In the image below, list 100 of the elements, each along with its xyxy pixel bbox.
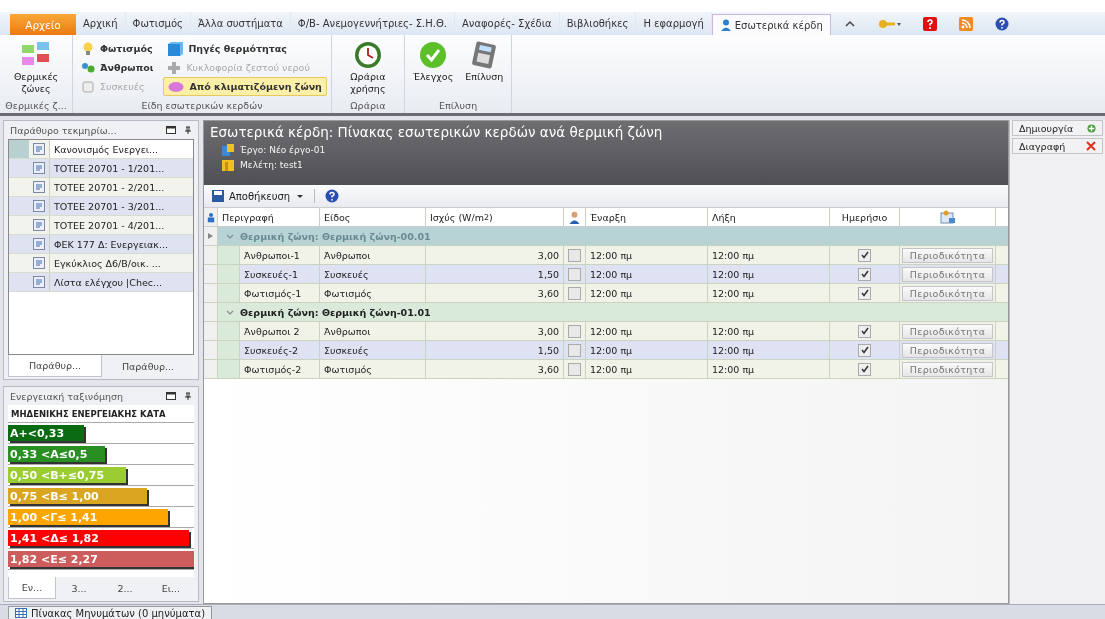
checkbox[interactable] [858, 362, 871, 376]
checkbox[interactable] [568, 324, 581, 338]
table-cell: Φωτισμός [320, 284, 426, 302]
checkbox[interactable] [858, 324, 871, 338]
table-cell: Συσκευές [320, 265, 426, 283]
periodicity-button[interactable]: Περιοδικότητα [902, 266, 993, 282]
row-header[interactable] [204, 208, 218, 226]
table-cell: Άνθρωποι 2 [240, 322, 320, 340]
energy-class-bar: 1,00 <Γ≤ 1,41 [8, 509, 168, 525]
help-icon[interactable] [922, 16, 937, 31]
document-item[interactable]: Κανονισμός Ενεργει... [49, 140, 193, 158]
person-icon [206, 211, 215, 223]
column-header[interactable]: Λήξη [708, 208, 830, 226]
plus-icon [1087, 123, 1096, 133]
ribbon-button[interactable]: Πηγές θερμότητας [163, 39, 327, 58]
device-icon [81, 79, 95, 94]
person-icon [719, 19, 732, 31]
pin-icon[interactable] [184, 392, 192, 400]
ribbon-button[interactable]: Από κλιματιζόμενη ζώνη [163, 77, 327, 96]
group-header[interactable]: Θερμική ζώνη: Θερμική ζώνη-01.01 [240, 306, 431, 318]
column-header[interactable]: Ημερήσιο [830, 208, 900, 226]
table-cell: Άνθρωποι-1 [240, 246, 320, 264]
energy-class-bar: Α+<0,33 [8, 425, 84, 441]
side-button[interactable]: Διαγραφή [1012, 138, 1103, 154]
checkbox[interactable] [858, 267, 871, 281]
checkbox[interactable] [568, 248, 581, 262]
table-cell: Φωτισμός-2 [240, 360, 320, 378]
group-label: Θερμικές ζ... [4, 100, 68, 113]
table-cell: 12:00 πμ [708, 284, 830, 302]
document-icon [33, 238, 45, 250]
table-cell: 12:00 πμ [708, 360, 830, 378]
panel-tab[interactable]: 3... [56, 577, 102, 599]
schedule-icon [939, 210, 956, 224]
panel-tab[interactable]: Εν... [8, 577, 56, 599]
row-header[interactable] [204, 227, 218, 245]
ribbon-button[interactable]: Φωτισμός [77, 39, 158, 58]
energy-class-bar: 1,82 <Ε≤ 2,27 [8, 551, 194, 567]
table-cell: Συσκευές-2 [240, 341, 320, 359]
dropdown-icon[interactable] [296, 193, 305, 199]
periodicity-button[interactable]: Περιοδικότητα [902, 247, 993, 263]
help-icon[interactable] [325, 189, 340, 203]
pin-icon[interactable] [184, 126, 192, 134]
checkbox[interactable] [858, 248, 871, 262]
column-header[interactable]: Είδος [320, 208, 426, 226]
table-cell: 1,50 [426, 265, 564, 283]
people-icon [81, 60, 95, 75]
energy-class-bar: 0,75 <Β≤ 1,00 [8, 488, 147, 504]
collapse-icon[interactable] [844, 19, 855, 28]
document-icon [33, 219, 45, 231]
ribbon-button[interactable]: Άνθρωποι [77, 58, 158, 77]
panel-tab[interactable]: Ει... [148, 577, 194, 599]
window-icon[interactable] [166, 392, 176, 400]
panel-tab[interactable]: Παράθυρ... [102, 355, 194, 377]
rss-icon[interactable] [958, 16, 973, 31]
clock-icon [353, 41, 382, 69]
periodicity-button[interactable]: Περιοδικότητα [902, 342, 993, 358]
column-header[interactable]: Περιγραφή [218, 208, 320, 226]
ribbon-button[interactable]: Έλεγχος [408, 37, 458, 85]
document-icon [33, 200, 45, 212]
side-button[interactable]: Δημιουργία [1012, 120, 1103, 136]
table-cell: 12:00 πμ [708, 246, 830, 264]
ribbon-button[interactable]: Επίλυση [461, 37, 508, 85]
energy-class-bar: 1,41 <Δ≤ 1,82 [8, 530, 189, 546]
checkbox[interactable] [568, 286, 581, 300]
window-icon[interactable] [166, 126, 176, 134]
ribbon-tab[interactable]: Εσωτερικά κέρδη [711, 14, 831, 35]
checkbox[interactable] [568, 362, 581, 376]
panel-tab[interactable]: Παράθυρ... [8, 355, 102, 377]
document-icon [33, 143, 45, 155]
table-cell: Άνθρωποι [320, 322, 426, 340]
table-icon [15, 608, 27, 618]
panel-title: Παράθυρο τεκμηρίω... [10, 124, 118, 136]
table-cell: 12:00 πμ [586, 284, 708, 302]
messages-tab[interactable]: Πίνακας Μηνυμάτων (0 μηνύματα) [8, 606, 213, 619]
periodicity-button[interactable]: Περιοδικότητα [902, 361, 993, 377]
energy-class-bar: 0,33 <Α≤0,5 [8, 446, 105, 462]
checkbox[interactable] [568, 343, 581, 357]
periodicity-button[interactable]: Περιοδικότητα [902, 323, 993, 339]
project-icon [222, 143, 234, 156]
key-icon[interactable] [876, 17, 901, 30]
table-cell: 12:00 πμ [708, 341, 830, 359]
ribbon-button[interactable]: Θερμικές ζώνες [4, 37, 68, 97]
document-icon [33, 276, 45, 288]
ribbon-button[interactable]: Ωράρια χρήσης [335, 37, 400, 97]
table-cell: 12:00 πμ [586, 341, 708, 359]
table-cell: Συσκευές [320, 341, 426, 359]
panel-tab[interactable]: 2... [102, 577, 148, 599]
checkbox[interactable] [858, 286, 871, 300]
cube-icon [167, 41, 184, 56]
column-header[interactable]: Έναρξη [586, 208, 708, 226]
checkbox[interactable] [568, 267, 581, 281]
table-cell: Άνθρωποι [320, 246, 426, 264]
plus-icon [167, 60, 182, 75]
save-button[interactable]: Αποθήκευση [212, 190, 291, 202]
info-icon[interactable] [994, 16, 1009, 31]
project-label: Έργο: Νέο έργο-01 [240, 144, 326, 155]
document-icon [33, 181, 45, 193]
checkbox[interactable] [858, 343, 871, 357]
table-cell: Φωτισμός [320, 360, 426, 378]
periodicity-button[interactable]: Περιοδικότητα [902, 285, 993, 301]
